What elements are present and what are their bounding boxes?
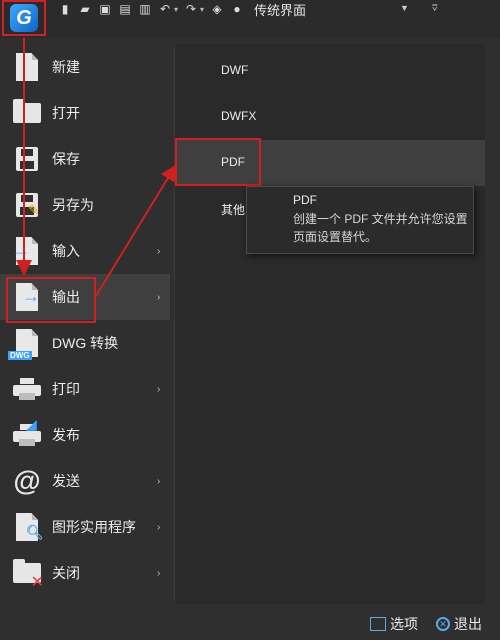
undo-icon[interactable]: ↶	[158, 2, 172, 16]
application-menu-button[interactable]: G	[2, 0, 46, 36]
submenu-item-label: 其他	[221, 203, 246, 217]
app-logo-icon: G	[10, 4, 38, 32]
menu-item-label: 发布	[52, 427, 80, 443]
pdf-file-icon: → PDF	[253, 193, 281, 223]
export-highlight-box	[6, 277, 96, 323]
save-icon	[12, 144, 42, 174]
menu-item-label: DWG 转换	[52, 335, 119, 351]
menu-item-label: 发送	[52, 473, 80, 489]
print-icon[interactable]: ▥	[138, 2, 152, 16]
menu-item-close[interactable]: ✕ 关闭 ›	[0, 550, 170, 596]
email-at-icon: @	[13, 465, 41, 496]
publish-icon: ◢	[12, 416, 42, 450]
dwf-file-icon: → DWF	[183, 56, 211, 86]
new-file-icon[interactable]: ▮	[58, 2, 72, 16]
comment-icon[interactable]: ●	[230, 2, 244, 16]
menu-item-send[interactable]: @ 发送 ›	[0, 458, 170, 504]
menu-item-dwg-convert[interactable]: DWG DWG 转换	[0, 320, 170, 366]
menu-item-drawing-utilities[interactable]: 🔍︎ 图形实用程序 ›	[0, 504, 170, 550]
tooltip-description: 创建一个 PDF 文件并允许您设置页面设置替代。	[293, 212, 468, 244]
undo-dropdown-icon[interactable]: ▾	[174, 5, 178, 14]
menu-item-new[interactable]: 新建	[0, 44, 170, 90]
export-submenu: → DWF DWF → DWFX DWFX → PDF PDF → 其他	[174, 44, 485, 604]
dwg-convert-icon: DWG	[8, 328, 42, 360]
options-button[interactable]: 选项	[370, 614, 418, 634]
submenu-item-label: DWFX	[221, 109, 257, 123]
dwfx-badge: DWFX	[184, 93, 206, 100]
customize-toolbar-icon[interactable]: ⩢	[432, 3, 437, 14]
tooltip-title: PDF	[293, 193, 317, 207]
menu-footer: 选项 ✕ 退出	[0, 608, 500, 640]
pdf-highlight-box	[175, 138, 261, 186]
submenu-arrow-icon: ›	[157, 245, 161, 257]
save-icon[interactable]: ▣	[98, 2, 112, 16]
save-as-icon: ✎	[12, 190, 42, 220]
menu-item-label: 打印	[52, 381, 80, 397]
submenu-item-label: DWF	[221, 63, 249, 77]
submenu-arrow-icon: ›	[157, 291, 161, 303]
exit-icon: ✕	[436, 617, 450, 631]
other-export-icon: →	[191, 197, 205, 213]
submenu-arrow-icon: ›	[157, 521, 161, 533]
dwf-badge: DWF	[183, 46, 207, 56]
submenu-arrow-icon: ›	[157, 383, 161, 395]
menu-item-open[interactable]: 打开	[0, 90, 170, 136]
menu-item-label: 保存	[52, 151, 80, 167]
exit-label: 退出	[454, 616, 482, 632]
qat-icons: ▮ ▰ ▣ ▤ ▥ ↶ ▾ ↷ ▾ ◈ ● 传统界面	[58, 0, 306, 18]
menu-item-label: 关闭	[52, 565, 80, 581]
import-icon: →	[12, 236, 42, 266]
menu-item-print[interactable]: 打印 ›	[0, 366, 170, 412]
quick-access-toolbar: G ▮ ▰ ▣ ▤ ▥ ↶ ▾ ↷ ▾ ◈ ● 传统界面 ▼ ⩢	[0, 0, 500, 38]
menu-item-save[interactable]: 保存	[0, 136, 170, 182]
new-file-icon	[12, 52, 42, 82]
redo-icon[interactable]: ↷	[184, 2, 198, 16]
print-icon	[12, 374, 42, 404]
drawing-utilities-icon: 🔍︎	[12, 512, 44, 542]
menu-item-label: 另存为	[52, 197, 94, 213]
menu-item-publish[interactable]: ◢ 发布	[0, 412, 170, 458]
workspace-dropdown-icon[interactable]: ▼	[400, 3, 409, 13]
submenu-item-dwfx[interactable]: → DWFX DWFX	[175, 94, 485, 140]
menu-item-label: 新建	[52, 59, 80, 75]
menu-item-label: 图形实用程序	[52, 519, 136, 535]
options-label: 选项	[390, 616, 418, 632]
pdf-tooltip: → PDF PDF 创建一个 PDF 文件并允许您设置页面设置替代。	[246, 186, 474, 254]
open-folder-icon[interactable]: ▰	[78, 2, 92, 16]
exit-button[interactable]: ✕ 退出	[436, 614, 482, 634]
menu-item-import[interactable]: → 输入 ›	[0, 228, 170, 274]
options-icon	[370, 617, 386, 631]
menu-item-label: 打开	[52, 105, 80, 121]
submenu-item-dwf[interactable]: → DWF DWF	[175, 48, 485, 94]
save-as-icon[interactable]: ▤	[118, 2, 132, 16]
application-menu: 新建 打开 保存 ✎ 另存为 → 输入 › → 输出 › DWG DWG 转换 …	[0, 44, 170, 604]
menu-item-save-as[interactable]: ✎ 另存为	[0, 182, 170, 228]
open-folder-icon	[12, 98, 42, 128]
close-file-icon: ✕	[12, 558, 44, 591]
workspace-selector[interactable]: 传统界面	[254, 0, 306, 19]
submenu-arrow-icon: ›	[157, 567, 161, 579]
layers-icon[interactable]: ◈	[210, 2, 224, 16]
submenu-arrow-icon: ›	[157, 475, 161, 487]
menu-item-label: 输入	[52, 243, 80, 259]
redo-dropdown-icon[interactable]: ▾	[200, 5, 204, 14]
dwfx-file-icon: → DWFX	[184, 93, 206, 121]
